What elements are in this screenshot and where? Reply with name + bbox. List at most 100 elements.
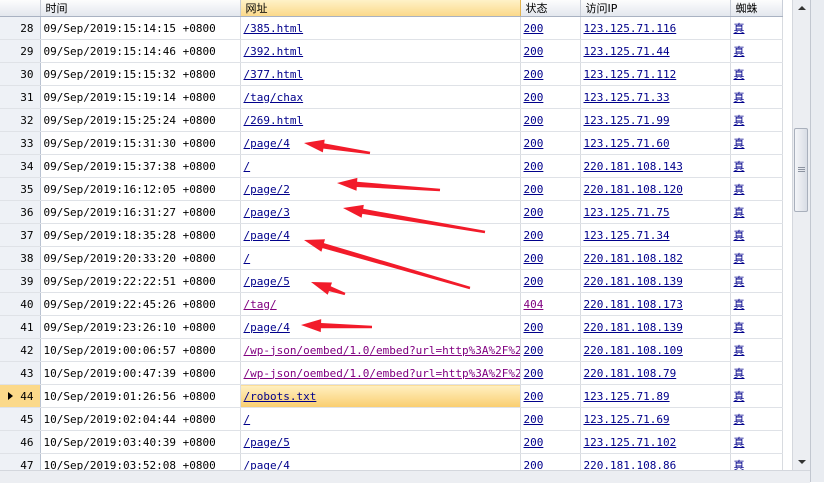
column-header-url[interactable]: 网址 xyxy=(240,0,521,17)
row-number[interactable]: 35 xyxy=(0,177,41,201)
table-row[interactable]: 37 09/Sep/2019:18:35:28 +0800/page/4 200 12… xyxy=(0,223,783,247)
spider-link[interactable]: 真 xyxy=(734,137,745,150)
url-link[interactable]: /269.html xyxy=(244,114,304,127)
ip-link[interactable]: 220.181.108.139 xyxy=(584,321,683,334)
status-link[interactable]: 200 xyxy=(524,321,544,334)
column-header-num[interactable] xyxy=(0,0,41,17)
ip-link[interactable]: 220.181.108.139 xyxy=(584,275,683,288)
ip-link[interactable]: 123.125.71.102 xyxy=(584,436,677,449)
spider-link[interactable]: 真 xyxy=(734,45,745,58)
table-row[interactable]: 46 10/Sep/2019:03:40:39 +0800/page/5 200 12… xyxy=(0,430,783,454)
table-row[interactable]: 30 09/Sep/2019:15:15:32 +0800/377.html 200… xyxy=(0,62,783,86)
status-link[interactable]: 200 xyxy=(524,367,544,380)
ip-link[interactable]: 123.125.71.89 xyxy=(584,390,670,403)
table-row[interactable]: 40 09/Sep/2019:22:45:26 +0800/tag/404 220.… xyxy=(0,292,783,316)
ip-link[interactable]: 123.125.71.44 xyxy=(584,45,670,58)
table-row[interactable]: 45 10/Sep/2019:02:04:44 +0800/ 200 123.125.… xyxy=(0,407,783,431)
row-number[interactable]: 38 xyxy=(0,246,41,270)
url-link[interactable]: /page/2 xyxy=(244,183,290,196)
status-link[interactable]: 200 xyxy=(524,91,544,104)
ip-link[interactable]: 123.125.71.33 xyxy=(584,91,670,104)
row-number[interactable]: 40 xyxy=(0,292,41,316)
spider-link[interactable]: 真 xyxy=(734,114,745,127)
horizontal-scrollbar[interactable] xyxy=(0,470,810,483)
spider-link[interactable]: 真 xyxy=(734,413,745,426)
spider-link[interactable]: 真 xyxy=(734,275,745,288)
ip-link[interactable]: 220.181.108.120 xyxy=(584,183,683,196)
column-header-spider[interactable]: 蜘蛛 xyxy=(730,0,783,17)
status-link[interactable]: 200 xyxy=(524,413,544,426)
url-link[interactable]: /tag/ xyxy=(244,298,277,311)
url-link[interactable]: /page/4 xyxy=(244,137,290,150)
url-link[interactable]: /wp-json/oembed/1.0/embed?url=http%3A%2F… xyxy=(244,367,520,380)
spider-link[interactable]: 真 xyxy=(734,367,745,380)
url-link[interactable]: /wp-json/oembed/1.0/embed?url=http%3A%2F… xyxy=(244,344,520,357)
row-number[interactable]: 42 xyxy=(0,338,41,362)
row-number[interactable]: 46 xyxy=(0,430,41,454)
ip-link[interactable]: 220.181.108.143 xyxy=(584,160,683,173)
scroll-up-button[interactable] xyxy=(793,0,810,16)
ip-link[interactable]: 123.125.71.116 xyxy=(584,22,677,35)
spider-link[interactable]: 真 xyxy=(734,321,745,334)
url-link[interactable]: /robots.txt xyxy=(244,390,317,403)
column-header-status[interactable]: 状态 xyxy=(520,0,581,17)
table-row[interactable]: 34 09/Sep/2019:15:37:38 +0800/ 200 220.181.… xyxy=(0,154,783,178)
row-number[interactable]: 37 xyxy=(0,223,41,247)
row-number[interactable]: 45 xyxy=(0,407,41,431)
url-link[interactable]: / xyxy=(244,413,251,426)
ip-link[interactable]: 123.125.71.69 xyxy=(584,413,670,426)
url-link[interactable]: /page/3 xyxy=(244,206,290,219)
ip-link[interactable]: 220.181.108.182 xyxy=(584,252,683,265)
table-row[interactable]: 36 09/Sep/2019:16:31:27 +0800/page/3 200 12… xyxy=(0,200,783,224)
row-number[interactable]: 39 xyxy=(0,269,41,293)
url-link[interactable]: /385.html xyxy=(244,22,304,35)
row-number-current[interactable]: 44 xyxy=(0,384,41,408)
table-row[interactable]: 39 09/Sep/2019:22:22:51 +0800/page/5 200 22… xyxy=(0,269,783,293)
status-link[interactable]: 200 xyxy=(524,206,544,219)
status-link[interactable]: 200 xyxy=(524,252,544,265)
row-number[interactable]: 33 xyxy=(0,131,41,155)
row-number[interactable]: 41 xyxy=(0,315,41,339)
status-link[interactable]: 200 xyxy=(524,344,544,357)
table-row[interactable]: 43 10/Sep/2019:00:47:39 +0800/wp-json/oem… xyxy=(0,361,783,385)
table-row[interactable]: 31 09/Sep/2019:15:19:14 +0800/tag/chax 200… xyxy=(0,85,783,109)
url-link[interactable]: /tag/chax xyxy=(244,91,304,104)
url-link[interactable]: / xyxy=(244,160,251,173)
row-number[interactable]: 29 xyxy=(0,39,41,63)
status-link[interactable]: 200 xyxy=(524,160,544,173)
table-row[interactable]: 35 09/Sep/2019:16:12:05 +0800/page/2 200 22… xyxy=(0,177,783,201)
table-row[interactable]: 33 09/Sep/2019:15:31:30 +0800/page/4 200 12… xyxy=(0,131,783,155)
ip-link[interactable]: 123.125.71.34 xyxy=(584,229,670,242)
status-link[interactable]: 200 xyxy=(524,45,544,58)
scroll-thumb[interactable] xyxy=(794,128,808,212)
ip-link[interactable]: 123.125.71.75 xyxy=(584,206,670,219)
spider-link[interactable]: 真 xyxy=(734,344,745,357)
vertical-scrollbar[interactable] xyxy=(792,0,810,470)
table-row[interactable]: 29 09/Sep/2019:15:14:46 +0800/392.html 200… xyxy=(0,39,783,63)
table-row[interactable]: 28 09/Sep/2019:15:14:15 +0800/385.html 200… xyxy=(0,16,783,40)
status-link[interactable]: 200 xyxy=(524,275,544,288)
url-link[interactable]: / xyxy=(244,252,251,265)
spider-link[interactable]: 真 xyxy=(734,183,745,196)
ip-link[interactable]: 123.125.71.99 xyxy=(584,114,670,127)
row-number[interactable]: 30 xyxy=(0,62,41,86)
row-number[interactable]: 28 xyxy=(0,16,41,40)
scroll-down-button[interactable] xyxy=(793,454,810,470)
table-row[interactable]: 42 10/Sep/2019:00:06:57 +0800/wp-json/oem… xyxy=(0,338,783,362)
spider-link[interactable]: 真 xyxy=(734,436,745,449)
ip-link[interactable]: 123.125.71.112 xyxy=(584,68,677,81)
ip-link[interactable]: 220.181.108.173 xyxy=(584,298,683,311)
row-number[interactable]: 36 xyxy=(0,200,41,224)
url-link[interactable]: /page/4 xyxy=(244,321,290,334)
spider-link[interactable]: 真 xyxy=(734,22,745,35)
status-link[interactable]: 404 xyxy=(524,298,544,311)
row-number[interactable]: 32 xyxy=(0,108,41,132)
url-link[interactable]: /392.html xyxy=(244,45,304,58)
column-header-ip[interactable]: 访问IP xyxy=(580,0,731,17)
spider-link[interactable]: 真 xyxy=(734,160,745,173)
ip-link[interactable]: 220.181.108.79 xyxy=(584,367,677,380)
table-row[interactable]: 32 09/Sep/2019:15:25:24 +0800/269.html 200… xyxy=(0,108,783,132)
spider-link[interactable]: 真 xyxy=(734,91,745,104)
table-row[interactable]: 41 09/Sep/2019:23:26:10 +0800/page/4 200 22… xyxy=(0,315,783,339)
ip-link[interactable]: 123.125.71.60 xyxy=(584,137,670,150)
